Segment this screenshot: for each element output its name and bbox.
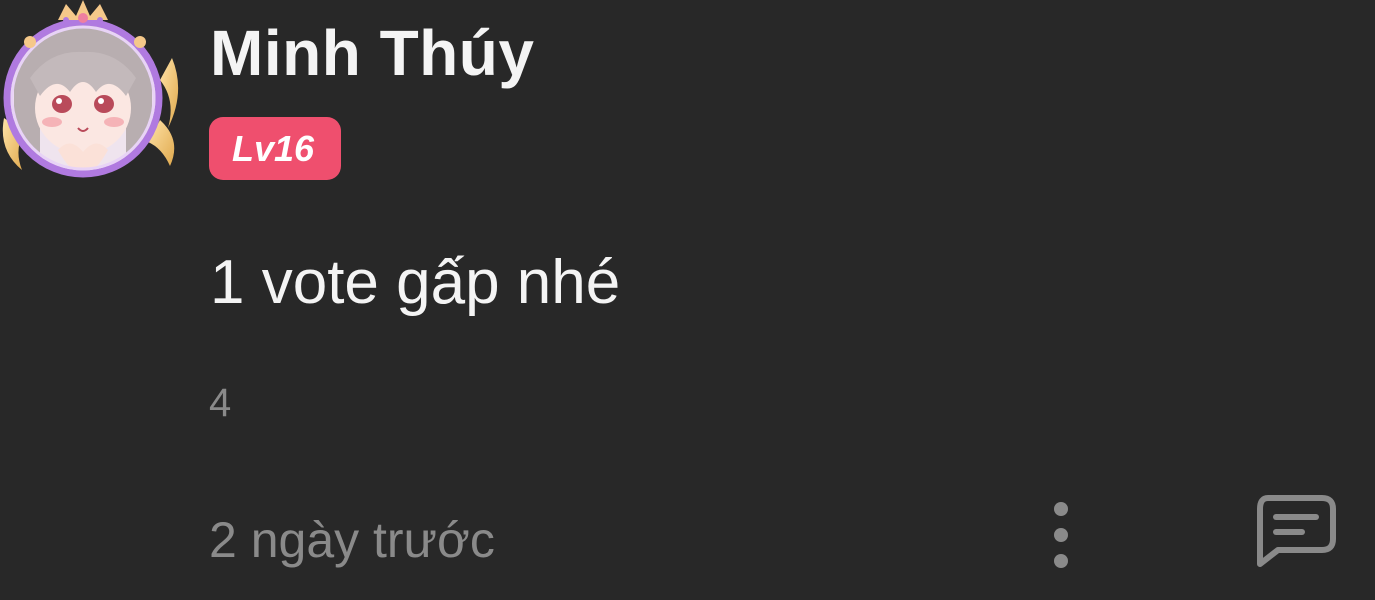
username[interactable]: Minh Thúy: [210, 16, 534, 90]
avatar-image: [2, 0, 179, 178]
reply-button[interactable]: [1252, 493, 1338, 569]
comment-bubble-icon: [1257, 495, 1336, 567]
like-count: 4: [209, 381, 232, 425]
more-vertical-icon: [1054, 502, 1068, 568]
level-badge: Lv16: [209, 117, 341, 180]
comment-text: 1 vote gấp nhé: [210, 248, 621, 317]
more-options-button[interactable]: [1040, 497, 1082, 573]
avatar[interactable]: [0, 0, 185, 190]
comment-item: Minh Thúy Lv16 1 vote gấp nhé 4 2 ngày t…: [0, 0, 1375, 600]
comment-timestamp: 2 ngày trước: [209, 512, 495, 568]
